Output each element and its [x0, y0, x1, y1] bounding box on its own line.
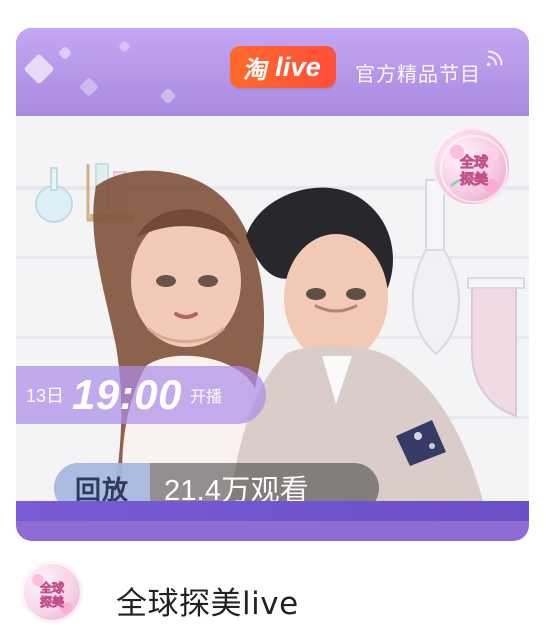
show-badge-art: 全球 探美 [440, 135, 508, 203]
avatar-line-2: 探美 [40, 594, 65, 609]
show-badge-line-1: 全球 [459, 154, 489, 171]
channel-avatar[interactable]: 全球 探美 [22, 562, 82, 622]
channel-footer[interactable]: 全球 探美 全球探美live [16, 560, 536, 630]
taobao-logo-live: live [275, 51, 321, 82]
decorative-diamond [159, 87, 177, 105]
show-badge-line-2: 探美 [460, 171, 489, 188]
decorative-diamond [79, 77, 99, 97]
program-poster[interactable]: 全球 探美 13日 19:00 开播 回放 21.4万观看 [16, 116, 529, 521]
avatar-line-1: 全球 [39, 580, 65, 595]
scheduled-time-pill: 13日 19:00 开播 [16, 366, 266, 424]
show-badge: 全球 探美 [433, 128, 511, 206]
channel-name[interactable]: 全球探美live [116, 578, 299, 623]
taobao-logo-cn: 淘 [242, 56, 271, 84]
poster-bottom-strip [16, 501, 529, 521]
scheduled-time: 19:00 [72, 371, 182, 418]
channel-avatar-art: 全球 探美 [22, 562, 82, 622]
taobao-live-logo: 淘 live [230, 46, 336, 88]
scheduled-start-label: 开播 [189, 387, 222, 406]
broadcast-icon [486, 50, 503, 67]
program-header-band: 淘 live 官方精品节目 [16, 28, 529, 116]
scheduled-date: 13日 [26, 386, 65, 406]
decorative-diamond [57, 45, 73, 61]
live-program-card[interactable]: 淘 live 官方精品节目 全球 探美 13日 19:00 开播 回放 21.4… [16, 28, 529, 541]
official-program-label: 官方精品节目 [355, 62, 481, 86]
decorative-diamond [23, 53, 55, 85]
decorative-diamond [118, 40, 131, 53]
